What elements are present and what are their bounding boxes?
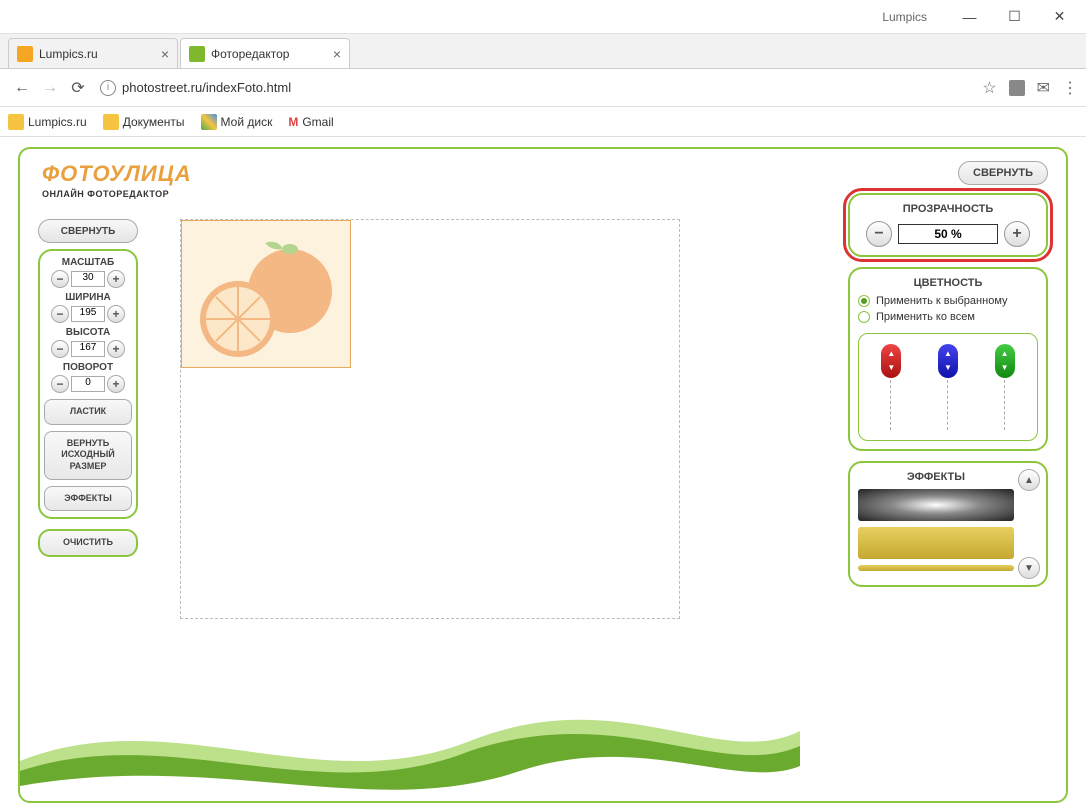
restore-size-button[interactable]: ВЕРНУТЬ ИСХОДНЫЙ РАЗМЕР [44, 431, 132, 480]
window-title: Lumpics [882, 10, 927, 24]
mail-icon[interactable]: ✉ [1037, 78, 1050, 98]
clear-button[interactable]: ОЧИСТИТЬ [38, 529, 138, 557]
color-label: ЦВЕТНОСТЬ [858, 277, 1038, 289]
back-button[interactable]: ← [8, 74, 36, 102]
red-slider-track[interactable] [890, 380, 892, 430]
transparency-minus-button[interactable]: − [866, 221, 892, 247]
orange-image [190, 231, 340, 361]
transparency-value[interactable]: 50 % [898, 224, 998, 244]
effects-button[interactable]: ЭФФЕКТЫ [44, 486, 132, 512]
tab-bar: Lumpics.ru × Фоторедактор × [0, 34, 1086, 69]
effect-thumbnail-1[interactable] [858, 489, 1014, 521]
apply-selected-radio[interactable]: Применить к выбранному [858, 295, 1038, 307]
radio-unchecked-icon [858, 311, 870, 323]
canvas[interactable] [180, 219, 680, 619]
left-panel: СВЕРНУТЬ МАСШТАБ − 30 + ШИРИНА − 195 + [38, 219, 138, 557]
url-input[interactable]: i photostreet.ru/indexFoto.html [100, 80, 974, 96]
apply-all-radio[interactable]: Применить ко всем [858, 311, 1038, 323]
bookmarks-bar: Lumpics.ru Документы Мой диск M Gmail [0, 107, 1086, 137]
effects-panel: ЭФФЕКТЫ ▲ ▼ [848, 461, 1048, 587]
logo-main: ФОТОУЛИЦА [42, 161, 192, 187]
width-label: ШИРИНА [44, 292, 132, 303]
effect-thumbnail-2[interactable] [858, 527, 1014, 559]
green-slider-track[interactable] [1004, 380, 1006, 430]
favicon-icon [189, 46, 205, 62]
blue-slider-track[interactable] [947, 380, 949, 430]
canvas-selected-object[interactable] [181, 220, 351, 368]
site-info-icon[interactable]: i [100, 80, 116, 96]
effect-thumbnail-3[interactable] [858, 565, 1014, 571]
logo-subtitle: ОНЛАЙН ФОТОРЕДАКТОР [42, 189, 192, 199]
transform-panel: МАСШТАБ − 30 + ШИРИНА − 195 + [38, 249, 138, 519]
close-tab-icon[interactable]: × [161, 46, 169, 62]
green-slider-handle[interactable]: ▲▼ [995, 344, 1015, 378]
bookmark-gmail[interactable]: M Gmail [288, 115, 333, 129]
eraser-button[interactable]: ЛАСТИК [44, 399, 132, 425]
tab-title: Фоторедактор [211, 47, 325, 61]
height-minus-button[interactable]: − [51, 340, 69, 358]
effects-scroll-up-button[interactable]: ▲ [1018, 469, 1040, 491]
height-plus-button[interactable]: + [107, 340, 125, 358]
maximize-button[interactable]: ☐ [992, 3, 1037, 31]
logo: ФОТОУЛИЦА ОНЛАЙН ФОТОРЕДАКТОР [42, 161, 192, 199]
height-label: ВЫСОТА [44, 327, 132, 338]
rotate-minus-button[interactable]: − [51, 375, 69, 393]
collapse-left-button[interactable]: СВЕРНУТЬ [38, 219, 138, 243]
wave-decoration [20, 691, 800, 801]
browser-tab-lumpics[interactable]: Lumpics.ru × [8, 38, 178, 68]
rgb-sliders: ▲▼ ▲▼ ▲▼ [858, 333, 1038, 441]
app-frame: ФОТОУЛИЦА ОНЛАЙН ФОТОРЕДАКТОР СВЕРНУТЬ М… [18, 147, 1068, 803]
rotate-plus-button[interactable]: + [107, 375, 125, 393]
bookmark-lumpics[interactable]: Lumpics.ru [8, 114, 87, 130]
transparency-plus-button[interactable]: + [1004, 221, 1030, 247]
effects-label: ЭФФЕКТЫ [858, 471, 1014, 483]
transparency-panel: ПРОЗРАЧНОСТЬ − 50 % + [848, 193, 1048, 257]
transparency-label: ПРОЗРАЧНОСТЬ [858, 203, 1038, 215]
forward-button[interactable]: → [36, 74, 64, 102]
scale-minus-button[interactable]: − [51, 270, 69, 288]
close-window-button[interactable]: ✕ [1037, 3, 1082, 31]
scale-plus-button[interactable]: + [107, 270, 125, 288]
red-slider-handle[interactable]: ▲▼ [881, 344, 901, 378]
radio-checked-icon [858, 295, 870, 307]
favicon-icon [17, 46, 33, 62]
browser-tab-editor[interactable]: Фоторедактор × [180, 38, 350, 68]
rotate-label: ПОВОРОТ [44, 362, 132, 373]
rotate-input[interactable]: 0 [71, 376, 105, 392]
reload-button[interactable]: ⟳ [64, 74, 92, 102]
collapse-right-button[interactable]: СВЕРНУТЬ [958, 161, 1048, 185]
close-tab-icon[interactable]: × [333, 46, 341, 62]
scale-label: МАСШТАБ [44, 257, 132, 268]
width-input[interactable]: 195 [71, 306, 105, 322]
app-wrapper: ФОТОУЛИЦА ОНЛАЙН ФОТОРЕДАКТОР СВЕРНУТЬ М… [0, 137, 1086, 803]
menu-icon[interactable]: ⋮ [1062, 78, 1078, 98]
bookmark-drive[interactable]: Мой диск [201, 114, 273, 130]
blue-slider-handle[interactable]: ▲▼ [938, 344, 958, 378]
color-panel: ЦВЕТНОСТЬ Применить к выбранному Примени… [848, 267, 1048, 451]
scale-input[interactable]: 30 [71, 271, 105, 287]
height-input[interactable]: 167 [71, 341, 105, 357]
window-chrome: Lumpics — ☐ ✕ [0, 0, 1086, 34]
address-bar: ← → ⟳ i photostreet.ru/indexFoto.html ☆ … [0, 69, 1086, 107]
minimize-button[interactable]: — [947, 3, 992, 31]
url-text: photostreet.ru/indexFoto.html [122, 80, 291, 95]
right-panel: СВЕРНУТЬ ПРОЗРАЧНОСТЬ − 50 % + ЦВЕТНОСТЬ… [848, 161, 1048, 597]
extension-icon[interactable] [1009, 80, 1025, 96]
tab-title: Lumpics.ru [39, 47, 153, 61]
width-minus-button[interactable]: − [51, 305, 69, 323]
bookmark-documents[interactable]: Документы [103, 114, 185, 130]
width-plus-button[interactable]: + [107, 305, 125, 323]
effects-scroll-down-button[interactable]: ▼ [1018, 557, 1040, 579]
star-icon[interactable]: ☆ [982, 78, 996, 98]
